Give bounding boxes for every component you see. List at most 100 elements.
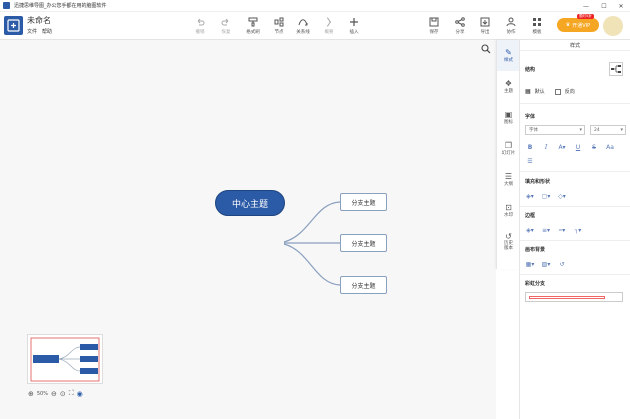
summary-icon: [326, 17, 332, 27]
minimize-button[interactable]: —: [578, 0, 594, 12]
divider: [520, 103, 630, 104]
font-section-label: 字体: [525, 114, 536, 120]
insert-button[interactable]: 插入: [341, 15, 367, 37]
side-rail: ✎ 样式 ❖ 主题 ▣ 图标 ❐ 幻灯片 ☰ 大纲 ⊡ 水印 ↺ 历史版本: [496, 40, 520, 269]
panel-title: 样式: [520, 40, 630, 51]
border-style-icon[interactable]: ┅▾: [557, 225, 567, 235]
menu-file[interactable]: 文件: [27, 28, 37, 35]
underline-icon[interactable]: U: [573, 142, 583, 152]
theme-icon: ❖: [504, 79, 513, 88]
canvas-bg-label: 画布背景: [525, 247, 546, 253]
maximize-button[interactable]: ☐: [596, 0, 612, 12]
rail-item-history[interactable]: ↺ 历史版本: [497, 226, 520, 257]
italic-icon[interactable]: I: [541, 142, 551, 152]
font-color-icon[interactable]: A▾: [557, 142, 567, 152]
document-name[interactable]: 未命名: [27, 15, 51, 26]
search-icon[interactable]: [481, 44, 491, 54]
strikethrough-icon[interactable]: S: [589, 142, 599, 152]
center-topic-node[interactable]: 中心主题: [215, 190, 285, 216]
reverse-checkbox[interactable]: [554, 88, 561, 95]
insert-icon: [350, 18, 358, 26]
outline-icon: ☰: [504, 172, 513, 181]
branch-connector: [283, 243, 341, 286]
share-icon: [455, 17, 465, 27]
text-align-icon[interactable]: ☰: [525, 156, 535, 166]
window-title: 迅捷思维导图_办公您手都在用的脑图软件: [14, 3, 107, 9]
font-size-select[interactable]: 24: [590, 125, 626, 135]
structure-icon: [611, 65, 621, 73]
rainbow-preview: [529, 295, 605, 299]
calendar-icon: ▣: [504, 110, 513, 119]
rail-item-icon[interactable]: ▣ 图标: [497, 102, 520, 133]
style-icon: ✎: [505, 48, 512, 57]
zoom-level: 50%: [36, 390, 48, 397]
structure-label: 结构: [525, 67, 536, 73]
redo-button[interactable]: 恢复: [213, 15, 239, 37]
locate-icon[interactable]: ⊙: [60, 390, 66, 398]
minimap[interactable]: [27, 334, 103, 384]
branch-topic-node[interactable]: 分支主题: [340, 193, 387, 211]
redo-icon: [221, 18, 229, 26]
structure-picker[interactable]: [609, 62, 623, 76]
zoom-bar: ⊕ 50% ⊖ ⊙ ⛶ ◉: [28, 389, 83, 398]
zoom-out-icon[interactable]: ⊖: [51, 390, 57, 398]
node-icon: [274, 17, 284, 27]
node-button[interactable]: 节点: [266, 15, 292, 37]
save-button[interactable]: 保存: [421, 15, 447, 37]
close-button[interactable]: ✕: [613, 0, 629, 12]
divider: [520, 206, 630, 207]
summary-button[interactable]: 概要: [316, 15, 342, 37]
menu-help[interactable]: 帮助: [42, 28, 52, 35]
default-structure-icon[interactable]: ▦: [525, 88, 531, 95]
border-section-label: 边框: [525, 213, 536, 219]
format-painter-icon: [248, 17, 258, 27]
main-toolbar: 未命名 文件 帮助 撤销 恢复 格式刷 节点 关系线 概要 插入 保存 分享 导…: [0, 12, 630, 40]
shape-style-icon[interactable]: ◇▾: [557, 191, 567, 201]
share-button[interactable]: 分享: [447, 15, 473, 37]
avatar[interactable]: [603, 16, 623, 36]
bold-icon[interactable]: B: [525, 142, 535, 152]
branch-topic-node[interactable]: 分支主题: [340, 276, 387, 294]
background-color-icon[interactable]: ▦▾: [525, 259, 535, 269]
rail-item-theme[interactable]: ❖ 主题: [497, 71, 520, 102]
rainbow-branch-select[interactable]: [525, 292, 623, 302]
border-color-icon[interactable]: ◈▾: [525, 225, 535, 235]
rail-item-style[interactable]: ✎ 样式: [497, 40, 520, 71]
font-family-select[interactable]: 字体: [525, 125, 585, 135]
slides-icon: ❐: [504, 141, 513, 150]
branch-topic-node[interactable]: 分支主题: [340, 234, 387, 252]
divider: [520, 171, 630, 172]
undo-icon: [197, 18, 205, 26]
text-case-icon[interactable]: Aa: [605, 142, 615, 152]
rainbow-branch-label: 彩虹分支: [525, 281, 546, 287]
vip-button[interactable]: 限时5折 ♛ 开通VIP: [557, 14, 599, 32]
background-image-icon[interactable]: ▨▾: [541, 259, 551, 269]
rail-item-watermark[interactable]: ⊡ 水印: [497, 195, 520, 226]
watermark-icon: ⊡: [505, 203, 512, 212]
border-width-icon[interactable]: ≡▾: [541, 225, 551, 235]
relation-line-button[interactable]: 关系线: [290, 15, 316, 37]
rail-item-slides[interactable]: ❐ 幻灯片: [497, 133, 520, 164]
template-button[interactable]: 模板: [524, 15, 550, 37]
title-bar: 迅捷思维导图_办公您手都在用的脑图软件 — ☐ ✕: [0, 0, 630, 12]
app-logo: [4, 16, 23, 35]
minimap-preview: [30, 337, 100, 382]
collaborate-button[interactable]: 协作: [498, 15, 524, 37]
divider: [520, 240, 630, 241]
export-icon: [480, 17, 490, 27]
relation-line-icon: [298, 19, 308, 26]
shape-icon[interactable]: ▢▾: [541, 191, 551, 201]
branch-connector: [283, 201, 341, 243]
undo-button[interactable]: 撤销: [187, 15, 213, 37]
template-icon: [533, 18, 541, 26]
reset-background-icon[interactable]: ↺: [557, 259, 567, 269]
divider: [520, 274, 630, 275]
fill-color-icon[interactable]: ◈▾: [525, 191, 535, 201]
eye-icon[interactable]: ◉: [77, 390, 83, 398]
rail-item-outline[interactable]: ☰ 大纲: [497, 164, 520, 195]
fit-screen-icon[interactable]: ⛶: [69, 389, 74, 398]
format-painter-button[interactable]: 格式刷: [240, 15, 266, 37]
export-button[interactable]: 导出: [472, 15, 498, 37]
corner-style-icon[interactable]: ┐▾: [573, 225, 583, 235]
zoom-in-icon[interactable]: ⊕: [28, 390, 34, 398]
